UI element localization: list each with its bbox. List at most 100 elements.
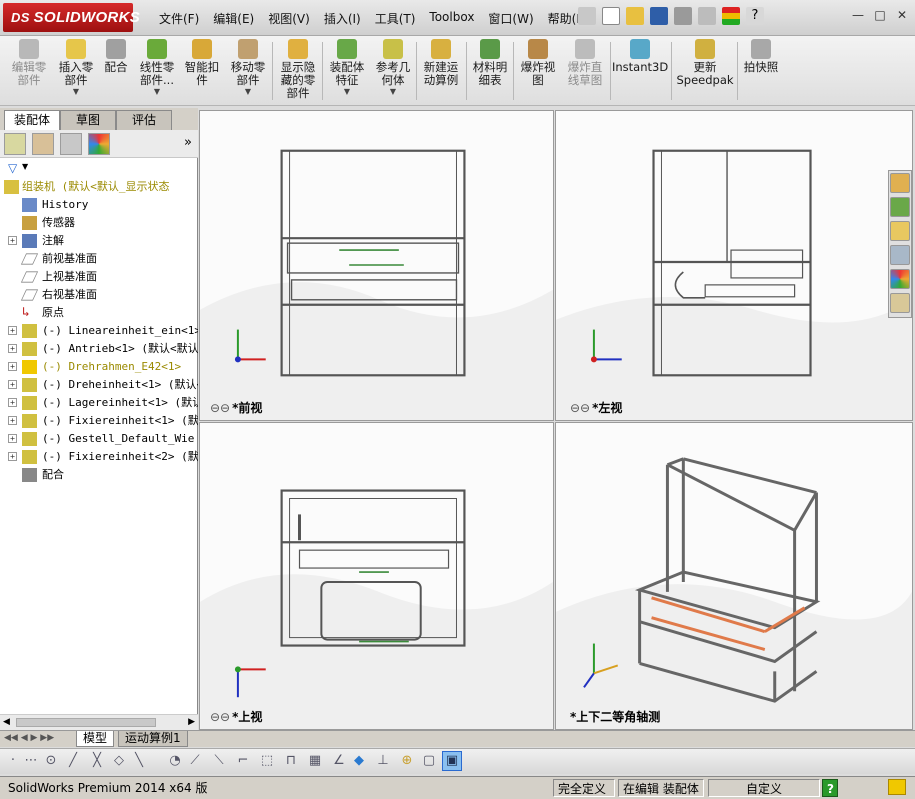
edit-component-button[interactable]: 编辑零 部件	[6, 39, 52, 87]
update-speedpak-button[interactable]: 更新 Speedpak	[675, 39, 735, 87]
mirror-icon[interactable]: ⊓	[282, 752, 300, 770]
scroll-right-icon[interactable]: ▶	[188, 717, 195, 727]
viewport-left[interactable]: ⊖⊖ *左视	[555, 110, 913, 421]
solidworks-logo[interactable]: DS SOLIDWORKS	[3, 3, 140, 32]
extend-icon[interactable]: ⟍	[210, 752, 228, 770]
box-icon[interactable]: ▢	[420, 752, 438, 770]
display-manager-tab-icon[interactable]	[88, 133, 110, 155]
viewport-isometric[interactable]: *上下二等角轴测	[555, 422, 913, 730]
undo-icon[interactable]	[698, 7, 716, 25]
open-folder-icon[interactable]	[626, 7, 644, 25]
smart-fasteners-button[interactable]: 智能扣 件	[182, 39, 222, 87]
tree-item[interactable]: + (-) Lagereinheit<1> (默认	[0, 394, 198, 412]
file-explorer-icon[interactable]	[890, 221, 910, 241]
diamond-icon[interactable]: ◇	[110, 752, 128, 770]
move-axis-icon[interactable]: ⊥	[374, 752, 392, 770]
tree-item[interactable]: + (-) Gestell_Default_Wie be	[0, 430, 198, 448]
menu-tools[interactable]: 工具(T)	[368, 8, 423, 29]
assembly-features-button[interactable]: 装配体 特征 ▼	[326, 39, 368, 97]
new-document-icon[interactable]	[602, 7, 620, 25]
tree-item[interactable]: ↳ 原点	[0, 304, 198, 322]
menu-insert[interactable]: 插入(I)	[317, 8, 368, 29]
tab-model[interactable]: 模型	[76, 731, 115, 747]
selected-view-cube-icon[interactable]: ▣	[442, 751, 462, 771]
expand-toggle-icon[interactable]: +	[8, 362, 17, 371]
help-question-icon[interactable]: ?	[746, 7, 764, 25]
dropdown-icon[interactable]: ▼	[134, 87, 180, 97]
expand-toggle-icon[interactable]: +	[8, 398, 17, 407]
tab-evaluate[interactable]: 评估	[116, 110, 172, 130]
print-icon[interactable]	[674, 7, 692, 25]
tree-item[interactable]: + 注解	[0, 232, 198, 250]
feature-manager-tab-icon[interactable]	[4, 133, 26, 155]
scroll-left-icon[interactable]: ◀	[3, 717, 10, 727]
linear-pattern-button[interactable]: 线性零 部件... ▼	[134, 39, 180, 97]
arc-icon[interactable]: ╲	[130, 752, 148, 770]
property-manager-tab-icon[interactable]	[32, 133, 54, 155]
rectangle-icon[interactable]: ⬚	[258, 752, 276, 770]
dropdown-icon[interactable]: ▼	[372, 87, 414, 97]
tree-item[interactable]: + (-) Lineareinheit_ein<1>	[0, 322, 198, 340]
menu-window[interactable]: 窗口(W)	[481, 8, 540, 29]
move-component-button[interactable]: 移动零 部件 ▼	[226, 39, 270, 97]
menu-toolbox[interactable]: Toolbox	[422, 8, 481, 29]
expand-toggle-icon[interactable]: +	[8, 236, 17, 245]
appearances-icon[interactable]	[890, 269, 910, 289]
tree-item[interactable]: 配合	[0, 466, 198, 484]
bill-of-materials-button[interactable]: 材料明 细表	[470, 39, 510, 87]
menu-edit[interactable]: 编辑(E)	[206, 8, 261, 29]
design-library-icon[interactable]	[890, 197, 910, 217]
offset-icon[interactable]: ⌐	[234, 752, 252, 770]
rebuild-status-icon[interactable]: ?	[822, 779, 838, 797]
dropdown-icon[interactable]: ▼	[226, 87, 270, 97]
tab-assembly[interactable]: 装配体	[4, 110, 60, 130]
horizontal-scrollbar[interactable]: ◀ ▶	[0, 714, 198, 730]
convert-icon[interactable]: ▦	[306, 752, 324, 770]
expand-toggle-icon[interactable]: +	[8, 434, 17, 443]
insert-component-button[interactable]: 插入零 部件 ▼	[54, 39, 98, 97]
smart-dimension-icon[interactable]: ⊕	[398, 752, 416, 770]
view-palette-icon[interactable]	[890, 245, 910, 265]
tree-item[interactable]: + (-) Antrieb<1> (默认<默认_	[0, 340, 198, 358]
viewport-top[interactable]: ⊖⊖ *上视	[199, 422, 554, 730]
expand-panel-icon[interactable]: »	[184, 135, 192, 150]
expand-toggle-icon[interactable]: +	[8, 344, 17, 353]
tab-sketch[interactable]: 草图	[60, 110, 116, 130]
dotted-line-icon[interactable]: ⋯	[22, 752, 40, 770]
units-status[interactable]: 自定义	[708, 779, 820, 797]
notification-icon[interactable]	[888, 779, 906, 795]
reference-geometry-button[interactable]: 参考几 何体 ▼	[372, 39, 414, 97]
tree-item[interactable]: 右视基准面	[0, 286, 198, 304]
tree-item[interactable]: History	[0, 196, 198, 214]
pin-icon[interactable]	[578, 7, 596, 25]
dropdown-icon[interactable]: ▼	[54, 87, 98, 97]
viewport-front[interactable]: ⊖⊖ *前视	[199, 110, 554, 421]
save-icon[interactable]	[650, 7, 668, 25]
scrollbar-thumb[interactable]	[16, 718, 156, 727]
centerline-icon[interactable]: ╳	[88, 752, 106, 770]
tree-item[interactable]: + (-) Dreheinheit<1> (默认<	[0, 376, 198, 394]
new-motion-study-button[interactable]: 新建运 动算例	[420, 39, 462, 87]
tree-item[interactable]: + (-) Fixiereinheit<2> (默认	[0, 448, 198, 466]
tree-item[interactable]: + (-) Fixiereinheit<1> (默认	[0, 412, 198, 430]
cube-icon[interactable]: ◆	[350, 752, 368, 770]
tree-item[interactable]: 上视基准面	[0, 268, 198, 286]
explode-line-sketch-button[interactable]: 爆炸直 线草图	[562, 39, 608, 87]
trim-icon[interactable]: ⟋	[186, 752, 204, 770]
point-icon[interactable]: ·	[4, 752, 22, 770]
dropdown-icon[interactable]: ▼	[326, 87, 368, 97]
expand-toggle-icon[interactable]: +	[8, 416, 17, 425]
close-icon[interactable]: ✕	[895, 8, 909, 22]
minimize-icon[interactable]: —	[851, 8, 865, 22]
expand-toggle-icon[interactable]: +	[8, 380, 17, 389]
show-hidden-components-button[interactable]: 显示隐 藏的零 部件	[276, 39, 320, 100]
configuration-manager-tab-icon[interactable]	[60, 133, 82, 155]
circle-point-icon[interactable]: ⊙	[42, 752, 60, 770]
rebuild-icon[interactable]	[722, 7, 740, 25]
tab-motion-study-1[interactable]: 运动算例1	[118, 731, 188, 747]
tree-item[interactable]: 前视基准面	[0, 250, 198, 268]
menu-view[interactable]: 视图(V)	[261, 8, 317, 29]
exploded-view-button[interactable]: 爆炸视 图	[517, 39, 559, 87]
filter-dropdown-icon[interactable]: ▼	[22, 162, 28, 171]
take-snapshot-button[interactable]: 拍快照	[740, 39, 782, 74]
